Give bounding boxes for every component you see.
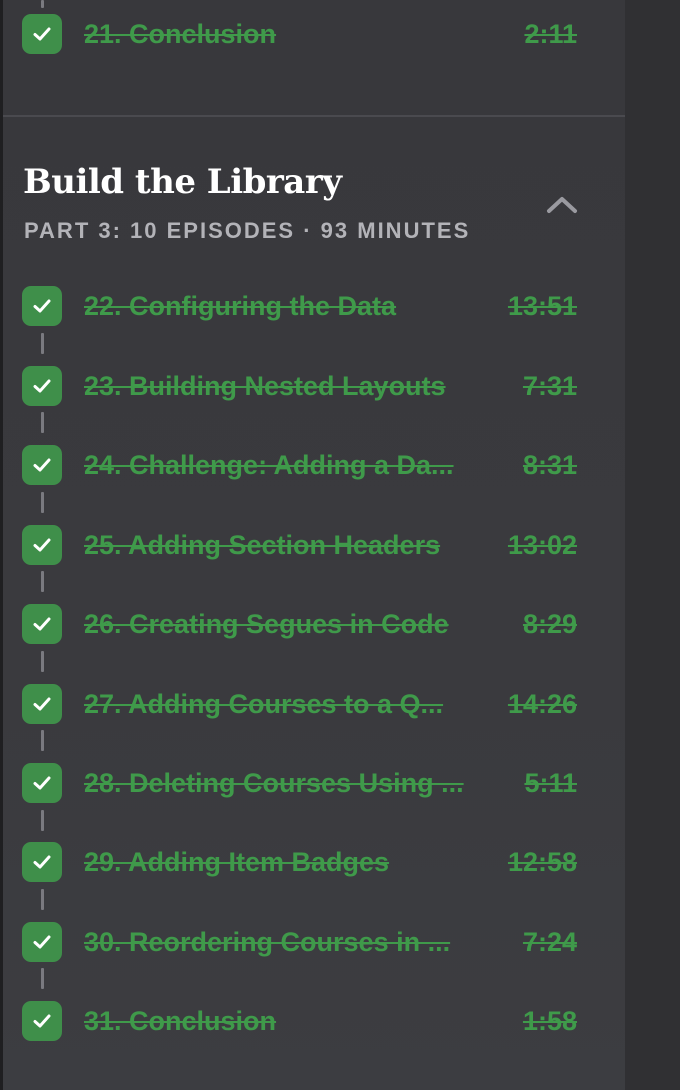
- episode-duration: 5:11: [524, 767, 577, 798]
- episode-duration: 7:31: [522, 370, 577, 401]
- episode-row[interactable]: 30. Reordering Courses in ... 7:24: [22, 922, 577, 962]
- episode-title: 26. Creating Segues in Code: [84, 608, 449, 639]
- episode-row[interactable]: 27. Adding Courses to a Q... 14:26: [22, 684, 577, 724]
- completed-check-icon: [22, 684, 62, 724]
- episode-duration: 12:58: [507, 846, 577, 877]
- episode-row[interactable]: 29. Adding Item Badges 12:58: [22, 842, 577, 882]
- episode-title: 21. Conclusion: [84, 18, 277, 49]
- section-divider: [3, 115, 625, 117]
- episode-title: 29. Adding Item Badges: [84, 846, 390, 877]
- episode-row[interactable]: 26. Creating Segues in Code 8:29: [22, 604, 577, 644]
- timeline-connector: [41, 333, 44, 354]
- completed-check-icon: [22, 525, 62, 565]
- completed-check-icon: [22, 1001, 62, 1041]
- timeline-connector: [41, 651, 44, 672]
- episode-duration: 1:58: [522, 1005, 577, 1036]
- episode-duration: 2:11: [524, 18, 577, 49]
- completed-check-icon: [22, 604, 62, 644]
- completed-check-icon: [22, 14, 62, 54]
- timeline-connector: [41, 0, 44, 8]
- episode-title: 28. Deleting Courses Using ...: [84, 767, 464, 798]
- episode-duration: 8:29: [522, 608, 577, 639]
- episode-row[interactable]: 24. Challenge: Adding a Da... 8:31: [22, 445, 577, 485]
- completed-check-icon: [22, 922, 62, 962]
- timeline-connector: [41, 412, 44, 433]
- episode-row[interactable]: 21. Conclusion 2:11: [22, 14, 577, 54]
- completed-check-icon: [22, 842, 62, 882]
- episode-duration: 13:51: [507, 290, 577, 321]
- timeline-connector: [41, 889, 44, 910]
- episode-title: 24. Challenge: Adding a Da...: [84, 449, 454, 480]
- episode-duration: 13:02: [507, 529, 577, 560]
- episode-duration: 7:24: [522, 926, 577, 957]
- completed-check-icon: [22, 445, 62, 485]
- section-title: Build the Library: [23, 162, 342, 202]
- episode-duration: 8:31: [522, 449, 577, 480]
- section-subtitle: PART 3: 10 EPISODES · 93 MINUTES: [24, 218, 471, 243]
- episode-row[interactable]: 31. Conclusion 1:58: [22, 1001, 577, 1041]
- completed-check-icon: [22, 286, 62, 326]
- episode-row[interactable]: 25. Adding Section Headers 13:02: [22, 525, 577, 565]
- chevron-up-icon[interactable]: [544, 190, 580, 218]
- episode-title: 30. Reordering Courses in ...: [84, 926, 451, 957]
- timeline-connector: [41, 492, 44, 513]
- episode-row[interactable]: 23. Building Nested Layouts 7:31: [22, 366, 577, 406]
- timeline-connector: [41, 968, 44, 989]
- completed-check-icon: [22, 366, 62, 406]
- episode-title: 22. Configuring the Data: [84, 290, 397, 321]
- episode-row[interactable]: 28. Deleting Courses Using ... 5:11: [22, 763, 577, 803]
- content-area-edge: [625, 0, 680, 1090]
- completed-check-icon: [22, 763, 62, 803]
- episode-duration: 14:26: [507, 688, 577, 719]
- episode-title: 23. Building Nested Layouts: [84, 370, 446, 401]
- episode-title: 27. Adding Courses to a Q...: [84, 688, 444, 719]
- episode-title: 25. Adding Section Headers: [84, 529, 441, 560]
- episode-row[interactable]: 22. Configuring the Data 13:51: [22, 286, 577, 326]
- timeline-connector: [41, 730, 44, 751]
- timeline-connector: [41, 810, 44, 831]
- timeline-connector: [41, 571, 44, 592]
- episode-title: 31. Conclusion: [84, 1005, 277, 1036]
